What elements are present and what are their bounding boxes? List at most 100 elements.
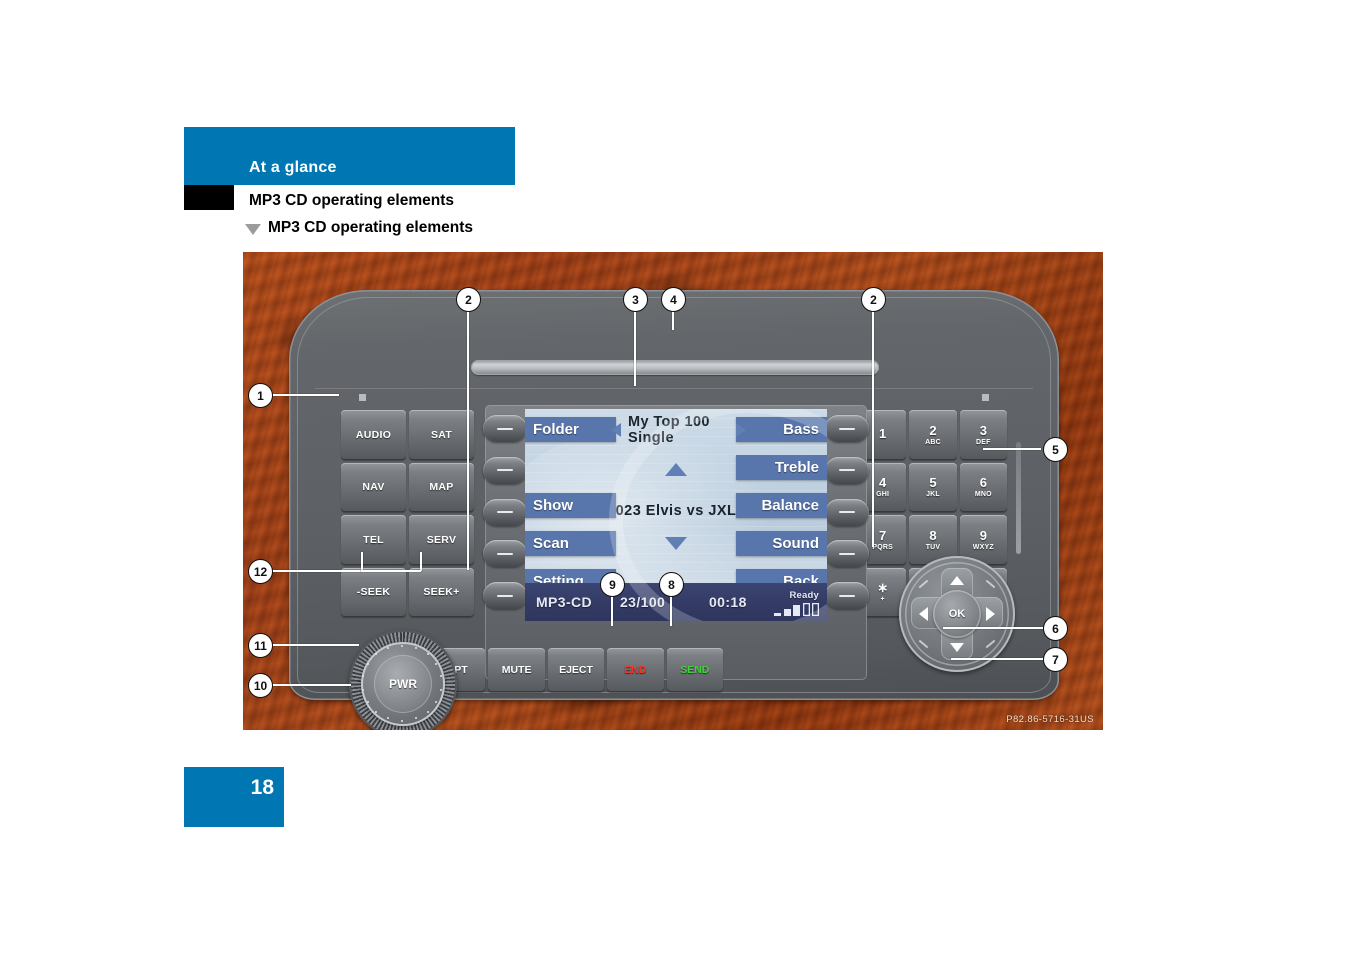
cd-slot[interactable] — [471, 360, 879, 375]
leader-line-12d — [361, 570, 421, 573]
illustration-figure: AUDIO SAT NAV MAP TEL SERV -SEEK SEEK+ 1… — [243, 252, 1103, 730]
key-seek-next[interactable]: SEEK+ — [409, 567, 474, 617]
unit-trim-line — [315, 388, 1033, 389]
softkey-button-r5[interactable] — [825, 582, 869, 609]
leader-line-3 — [634, 310, 637, 386]
display-assembly: Folder Show Scan Setting Bass Treble Bal… — [483, 405, 869, 680]
callout-12: 12 — [248, 559, 273, 584]
keypad-key-3[interactable]: 3 DEF — [959, 410, 1007, 460]
figure-code: P82.86-5716-31US — [1006, 714, 1094, 725]
key-end[interactable]: END — [607, 648, 664, 692]
screen-track-title: 023 Elvis vs JXL — [615, 503, 737, 519]
triangle-down-icon — [245, 223, 261, 235]
key-nav[interactable]: NAV — [341, 462, 406, 512]
knob-inner-ring: PWR — [361, 642, 445, 726]
callout-4: 4 — [661, 287, 686, 312]
screen-label-scan[interactable]: Scan — [525, 531, 616, 556]
leader-line-12b — [361, 552, 364, 571]
head-unit: AUDIO SAT NAV MAP TEL SERV -SEEK SEEK+ 1… — [289, 290, 1059, 730]
callout-8: 8 — [659, 572, 684, 597]
triangle-right-icon — [986, 607, 995, 621]
leader-line-9 — [611, 594, 614, 626]
key-audio[interactable]: AUDIO — [341, 410, 406, 460]
leader-line-5 — [983, 448, 1041, 451]
header-accent-band — [184, 127, 515, 185]
softkey-button-r2[interactable] — [825, 456, 869, 484]
power-button-face[interactable]: PWR — [374, 655, 432, 713]
power-volume-knob[interactable]: PWR — [349, 630, 457, 730]
leader-line-12 — [271, 570, 361, 573]
screen-label-bass[interactable]: Bass — [736, 417, 827, 442]
callout-3: 3 — [623, 287, 648, 312]
leader-line-1 — [271, 394, 339, 397]
status-elapsed-time: 00:18 — [709, 594, 747, 610]
screen-label-treble[interactable]: Treble — [736, 455, 827, 480]
arrow-up-icon[interactable] — [665, 463, 687, 476]
left-hard-key-panel: AUDIO SAT NAV MAP TEL SERV -SEEK SEEK+ — [341, 410, 474, 617]
screen-label-sound[interactable]: Sound — [736, 531, 827, 556]
key-sat[interactable]: SAT — [409, 410, 474, 460]
header-title: At a glance — [249, 159, 337, 176]
bottom-key-row: RPT MUTE EJECT END SEND — [429, 648, 723, 692]
status-track-counter: 23/100 — [620, 594, 666, 610]
leader-line-12c — [420, 552, 423, 571]
infrared-receiver-strip — [1016, 442, 1021, 554]
status-signal-group: Ready — [774, 585, 819, 616]
softkey-button-l3[interactable] — [483, 498, 527, 526]
left-softkey-column — [483, 415, 527, 609]
callout-7: 7 — [1043, 647, 1068, 672]
softkey-button-r1[interactable] — [825, 415, 869, 442]
page-number-box: 18 — [184, 767, 284, 827]
leader-line-10 — [271, 684, 351, 687]
navpad-ok-button[interactable]: OK — [933, 590, 981, 638]
subsection-heading: MP3 CD operating elements — [245, 219, 473, 237]
key-send[interactable]: SEND — [666, 648, 723, 692]
key-eject[interactable]: EJECT — [547, 648, 605, 692]
key-serv[interactable]: SERV — [409, 515, 474, 565]
callout-2a: 2 — [456, 287, 481, 312]
callout-5: 5 — [1043, 437, 1068, 462]
key-mute[interactable]: MUTE — [488, 648, 545, 692]
leader-line-11 — [271, 644, 359, 647]
keypad-key-2[interactable]: 2 ABC — [909, 410, 957, 460]
softkey-button-r3[interactable] — [825, 498, 869, 526]
key-seek-prev[interactable]: -SEEK — [341, 567, 406, 617]
callout-1: 1 — [248, 383, 273, 408]
softkey-button-l2[interactable] — [483, 456, 527, 484]
callout-11: 11 — [248, 633, 273, 658]
softkey-button-l5[interactable] — [483, 582, 527, 609]
status-ready-label: Ready — [789, 590, 819, 601]
page-number: 18 — [250, 776, 274, 799]
subsection-label: MP3 CD operating elements — [268, 219, 473, 236]
section-title: MP3 CD operating elements — [249, 192, 454, 209]
right-softkey-column — [825, 415, 869, 609]
callout-2b: 2 — [861, 287, 886, 312]
triangle-up-icon — [950, 576, 964, 585]
screen-label-folder[interactable]: Folder — [525, 417, 616, 442]
softkey-button-r4[interactable] — [825, 540, 869, 568]
status-source: MP3-CD — [536, 594, 593, 610]
key-tel[interactable]: TEL — [341, 515, 406, 565]
screen-label-balance[interactable]: Balance — [736, 493, 827, 518]
arrow-left-icon[interactable] — [611, 423, 621, 437]
keypad-key-5[interactable]: 5 JKL — [909, 462, 957, 512]
leader-line-4 — [672, 310, 675, 330]
keypad-key-6[interactable]: 6 MNO — [959, 462, 1007, 512]
chapter-marker-tab — [184, 185, 234, 210]
screen-title-row: My Top 100 Single — [611, 414, 746, 446]
signal-strength-icon — [774, 603, 819, 616]
callout-10: 10 — [248, 673, 273, 698]
screen-label-back[interactable]: Back — [736, 569, 827, 594]
key-map[interactable]: MAP — [409, 462, 474, 512]
softkey-button-l1[interactable] — [483, 415, 527, 442]
leader-line-2-left — [467, 310, 470, 570]
leader-line-2-right — [872, 310, 875, 547]
callout-6: 6 — [1043, 616, 1068, 641]
softkey-button-l4[interactable] — [483, 540, 527, 568]
screen-playlist-title: My Top 100 Single — [628, 414, 710, 446]
leader-line-6 — [943, 627, 1043, 630]
arrow-right-icon[interactable] — [736, 423, 746, 437]
indicator-dot-left — [359, 394, 366, 401]
indicator-dot-right — [982, 394, 989, 401]
arrow-down-icon[interactable] — [665, 537, 687, 550]
